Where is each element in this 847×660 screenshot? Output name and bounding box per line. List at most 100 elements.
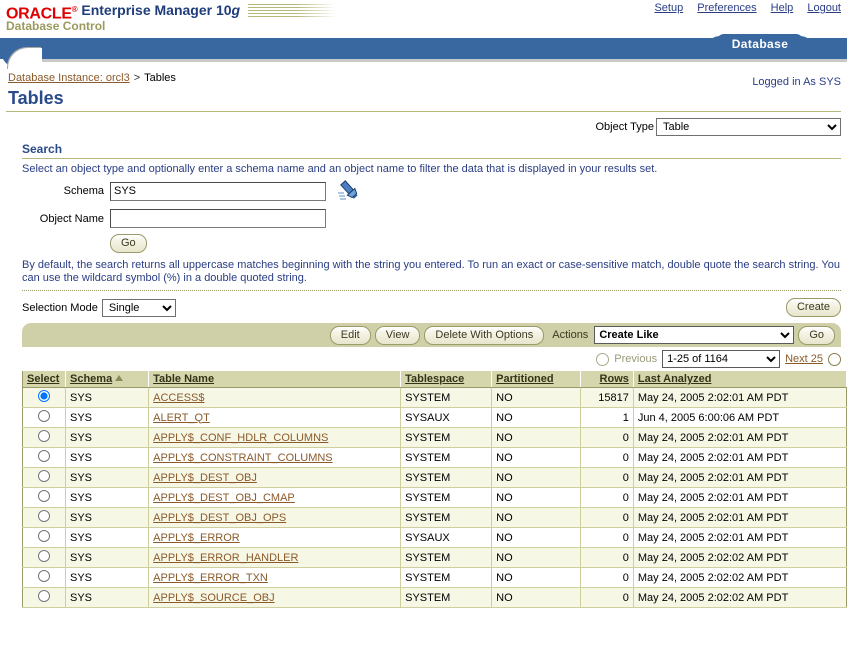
create-button[interactable]: Create [786, 298, 841, 317]
column-header-schema[interactable]: Schema [66, 371, 149, 388]
row-select-radio[interactable] [38, 450, 50, 462]
cell-table-name[interactable]: ALERT_QT [149, 408, 401, 428]
table-name-link[interactable]: APPLY$_CONF_HDLR_COLUMNS [153, 432, 328, 444]
cell-schema: SYS [66, 468, 149, 488]
row-select-cell[interactable] [23, 548, 66, 568]
cell-partitioned: NO [492, 508, 581, 528]
cell-table-name[interactable]: APPLY$_CONF_HDLR_COLUMNS [149, 428, 401, 448]
row-select-cell[interactable] [23, 588, 66, 608]
schema-input[interactable] [110, 182, 326, 201]
row-select-radio[interactable] [38, 430, 50, 442]
object-name-field-row: Object Name [0, 209, 847, 228]
table-name-link[interactable]: APPLY$_ERROR [153, 532, 240, 544]
row-select-cell[interactable] [23, 388, 66, 408]
cell-table-name[interactable]: APPLY$_DEST_OBJ_CMAP [149, 488, 401, 508]
table-name-link[interactable]: APPLY$_DEST_OBJ [153, 472, 257, 484]
table-row[interactable]: SYSAPPLY$_DEST_OBJSYSTEMNO0May 24, 2005 … [23, 468, 847, 488]
object-type-label: Object Type [596, 121, 655, 133]
row-select-radio[interactable] [38, 470, 50, 482]
flashlight-icon[interactable] [336, 179, 362, 203]
actions-go-button[interactable]: Go [798, 326, 835, 345]
column-header-table-name[interactable]: Table Name [149, 371, 401, 388]
preferences-link[interactable]: Preferences [697, 2, 756, 14]
cell-rows: 15817 [580, 388, 633, 408]
table-row[interactable]: SYSALERT_QTSYSAUXNO1Jun 4, 2005 6:00:06 … [23, 408, 847, 428]
row-select-radio[interactable] [38, 570, 50, 582]
column-header-last-analyzed[interactable]: Last Analyzed [633, 371, 846, 388]
next-25-link[interactable]: Next 25 [785, 353, 823, 365]
row-select-cell[interactable] [23, 528, 66, 548]
cell-table-name[interactable]: APPLY$_DEST_OBJ [149, 468, 401, 488]
table-name-link[interactable]: APPLY$_DEST_OBJ_OPS [153, 512, 286, 524]
row-select-radio[interactable] [38, 490, 50, 502]
cell-rows: 0 [580, 488, 633, 508]
table-row[interactable]: SYSAPPLY$_ERROR_TXNSYSTEMNO0May 24, 2005… [23, 568, 847, 588]
cell-table-name[interactable]: APPLY$_ERROR [149, 528, 401, 548]
edit-button[interactable]: Edit [330, 326, 371, 345]
row-select-cell[interactable] [23, 568, 66, 588]
table-name-link[interactable]: APPLY$_SOURCE_OBJ [153, 592, 274, 604]
row-select-radio[interactable] [38, 410, 50, 422]
table-row[interactable]: SYSAPPLY$_DEST_OBJ_CMAPSYSTEMNO0May 24, … [23, 488, 847, 508]
row-select-radio[interactable] [38, 510, 50, 522]
view-button[interactable]: View [375, 326, 421, 345]
row-select-cell[interactable] [23, 488, 66, 508]
object-name-input[interactable] [110, 209, 326, 228]
selection-mode-row: Selection Mode Single Create [0, 291, 847, 317]
previous-arrow-icon [596, 353, 609, 366]
cell-table-name[interactable]: APPLY$_ERROR_TXN [149, 568, 401, 588]
breadcrumb-parent-link[interactable]: Database Instance: orcl3 [8, 72, 130, 84]
table-row[interactable]: SYSAPPLY$_CONSTRAINT_COLUMNSSYSTEMNO0May… [23, 448, 847, 468]
banner-shadow [34, 59, 847, 62]
cell-table-name[interactable]: ACCESS$ [149, 388, 401, 408]
cell-last-analyzed: Jun 4, 2005 6:00:06 AM PDT [633, 408, 846, 428]
search-go-button[interactable]: Go [110, 234, 147, 253]
help-link[interactable]: Help [771, 2, 794, 14]
row-select-radio[interactable] [38, 550, 50, 562]
row-select-radio[interactable] [38, 590, 50, 602]
logout-link[interactable]: Logout [807, 2, 841, 14]
row-select-cell[interactable] [23, 468, 66, 488]
row-select-cell[interactable] [23, 448, 66, 468]
next-arrow-icon[interactable] [828, 353, 841, 366]
cell-table-name[interactable]: APPLY$_SOURCE_OBJ [149, 588, 401, 608]
row-select-cell[interactable] [23, 428, 66, 448]
table-name-link[interactable]: APPLY$_ERROR_HANDLER [153, 552, 298, 564]
row-select-radio[interactable] [38, 390, 50, 402]
table-row[interactable]: SYSACCESS$SYSTEMNO15817May 24, 2005 2:02… [23, 388, 847, 408]
table-name-link[interactable]: APPLY$_DEST_OBJ_CMAP [153, 492, 295, 504]
setup-link[interactable]: Setup [654, 2, 683, 14]
table-row[interactable]: SYSAPPLY$_CONF_HDLR_COLUMNSSYSTEMNO0May … [23, 428, 847, 448]
table-name-link[interactable]: APPLY$_ERROR_TXN [153, 572, 268, 584]
column-header-rows[interactable]: Rows [580, 371, 633, 388]
cell-table-name[interactable]: APPLY$_ERROR_HANDLER [149, 548, 401, 568]
cell-table-name[interactable]: APPLY$_DEST_OBJ_OPS [149, 508, 401, 528]
row-select-cell[interactable] [23, 508, 66, 528]
table-toolbar: Edit View Delete With Options Actions Cr… [22, 323, 841, 347]
column-header-partitioned[interactable]: Partitioned [492, 371, 581, 388]
table-row[interactable]: SYSAPPLY$_DEST_OBJ_OPSSYSTEMNO0May 24, 2… [23, 508, 847, 528]
table-row[interactable]: SYSAPPLY$_ERROR_HANDLERSYSTEMNO0May 24, … [23, 548, 847, 568]
column-header-tablespace[interactable]: Tablespace [401, 371, 492, 388]
object-type-select[interactable]: Table [656, 118, 841, 136]
row-select-cell[interactable] [23, 408, 66, 428]
actions-select[interactable]: Create Like [594, 326, 794, 344]
tab-database[interactable]: Database [717, 34, 803, 54]
delete-with-options-button[interactable]: Delete With Options [424, 326, 544, 345]
cell-partitioned: NO [492, 488, 581, 508]
selection-mode-select[interactable]: Single [102, 299, 176, 317]
selection-mode-label: Selection Mode [22, 302, 98, 314]
row-select-radio[interactable] [38, 530, 50, 542]
table-name-link[interactable]: ALERT_QT [153, 412, 210, 424]
table-name-link[interactable]: APPLY$_CONSTRAINT_COLUMNS [153, 452, 333, 464]
table-row[interactable]: SYSAPPLY$_SOURCE_OBJSYSTEMNO0May 24, 200… [23, 588, 847, 608]
cell-schema: SYS [66, 428, 149, 448]
cell-table-name[interactable]: APPLY$_CONSTRAINT_COLUMNS [149, 448, 401, 468]
table-name-link[interactable]: ACCESS$ [153, 392, 204, 404]
breadcrumb: Database Instance: orcl3>Tables [0, 63, 847, 84]
table-row[interactable]: SYSAPPLY$_ERRORSYSAUXNO0May 24, 2005 2:0… [23, 528, 847, 548]
cell-partitioned: NO [492, 588, 581, 608]
cell-last-analyzed: May 24, 2005 2:02:02 AM PDT [633, 588, 846, 608]
page-range-select[interactable]: 1-25 of 1164 [662, 350, 780, 368]
cell-tablespace: SYSTEM [401, 388, 492, 408]
